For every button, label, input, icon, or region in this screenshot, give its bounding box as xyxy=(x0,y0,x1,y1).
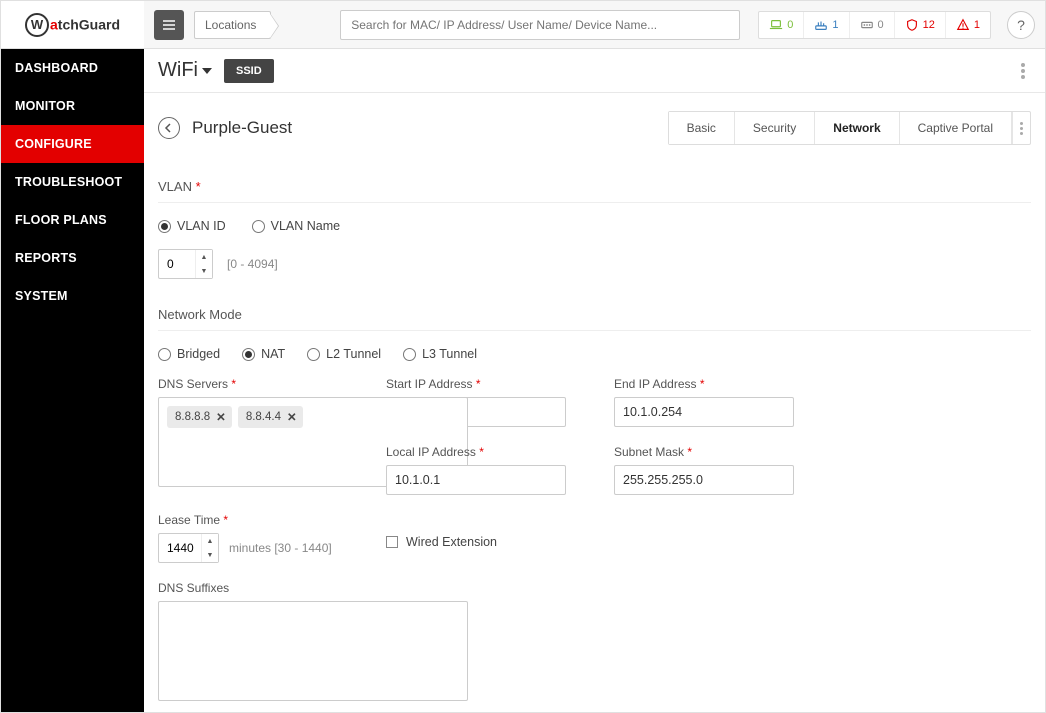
vlan-stepper-down[interactable]: ▼ xyxy=(196,264,212,278)
lease-stepper-up[interactable]: ▲ xyxy=(202,534,218,548)
dns-suffixes-label: DNS Suffixes xyxy=(158,581,368,595)
subnet-mask-input[interactable] xyxy=(614,465,794,495)
tab-network[interactable]: Network xyxy=(815,112,899,144)
breadcrumb-label: Locations xyxy=(205,18,256,32)
vlan-id-input[interactable]: ▲ ▼ xyxy=(158,249,213,279)
remove-tag-icon[interactable]: ✕ xyxy=(287,410,297,424)
vlan-stepper-up[interactable]: ▲ xyxy=(196,250,212,264)
network-mode-bridged-radio[interactable]: Bridged xyxy=(158,347,220,361)
dns-servers-label: DNS Servers * xyxy=(158,377,368,391)
nav-item-floor-plans[interactable]: FLOOR PLANS xyxy=(1,201,144,239)
vlan-name-radio[interactable]: VLAN Name xyxy=(252,219,340,233)
subheader-more-button[interactable] xyxy=(1015,57,1031,85)
back-button[interactable] xyxy=(158,117,180,139)
dns-tag: 8.8.4.4 ✕ xyxy=(238,406,303,428)
network-mode-nat-radio[interactable]: NAT xyxy=(242,347,285,361)
lease-time-input[interactable]: ▲ ▼ xyxy=(158,533,219,563)
subnet-mask-label: Subnet Mask * xyxy=(614,445,934,459)
dns-suffixes-input[interactable] xyxy=(158,601,468,701)
tab-security[interactable]: Security xyxy=(735,112,815,144)
status-warning[interactable]: 1 xyxy=(946,12,990,38)
vlan-section-label: VLAN * xyxy=(158,179,1031,194)
lease-time-hint: minutes [30 - 1440] xyxy=(229,541,332,555)
local-ip-label: Local IP Address * xyxy=(386,445,596,459)
status-laptop[interactable]: 0 xyxy=(759,12,804,38)
help-button[interactable]: ? xyxy=(1007,11,1035,39)
search-input[interactable] xyxy=(340,10,740,40)
section-label: WiFi xyxy=(158,59,198,82)
nav-item-dashboard[interactable]: DASHBOARD xyxy=(1,49,144,87)
network-mode-l2-tunnel-radio[interactable]: L2 Tunnel xyxy=(307,347,381,361)
chevron-down-icon xyxy=(202,68,212,74)
vlan-range-hint: [0 - 4094] xyxy=(227,257,278,271)
nav-item-troubleshoot[interactable]: TROUBLESHOOT xyxy=(1,163,144,201)
remove-tag-icon[interactable]: ✕ xyxy=(216,410,226,424)
wired-extension-checkbox[interactable]: Wired Extension xyxy=(386,535,497,549)
nav-item-reports[interactable]: REPORTS xyxy=(1,239,144,277)
nav-item-monitor[interactable]: MONITOR xyxy=(1,87,144,125)
status-cluster[interactable]: 0 xyxy=(850,12,895,38)
end-ip-label: End IP Address * xyxy=(614,377,934,391)
status-ap[interactable]: 1 xyxy=(804,12,849,38)
ssid-chip: SSID xyxy=(224,59,274,83)
section-dropdown[interactable]: WiFi xyxy=(158,59,212,82)
network-mode-label: Network Mode xyxy=(158,307,1031,322)
brand-logo: WatchGuard xyxy=(1,1,144,49)
page-title: Purple-Guest xyxy=(192,118,292,138)
status-shield[interactable]: 12 xyxy=(895,12,946,38)
breadcrumb[interactable]: Locations xyxy=(194,11,271,39)
nav-item-configure[interactable]: CONFIGURE xyxy=(1,125,144,163)
tab-captive-portal[interactable]: Captive Portal xyxy=(900,112,1012,144)
lease-time-label: Lease Time * xyxy=(158,513,368,527)
end-ip-input[interactable] xyxy=(614,397,794,427)
nav-item-system[interactable]: SYSTEM xyxy=(1,277,144,315)
network-mode-l3-tunnel-radio[interactable]: L3 Tunnel xyxy=(403,347,477,361)
vlan-id-radio[interactable]: VLAN ID xyxy=(158,219,226,233)
local-ip-input[interactable] xyxy=(386,465,566,495)
tab-basic[interactable]: Basic xyxy=(669,112,735,144)
dns-tag: 8.8.8.8 ✕ xyxy=(167,406,232,428)
tabs-more-button[interactable] xyxy=(1012,112,1030,144)
menu-toggle-button[interactable] xyxy=(154,10,184,40)
start-ip-label: Start IP Address * xyxy=(386,377,596,391)
lease-stepper-down[interactable]: ▼ xyxy=(202,548,218,562)
